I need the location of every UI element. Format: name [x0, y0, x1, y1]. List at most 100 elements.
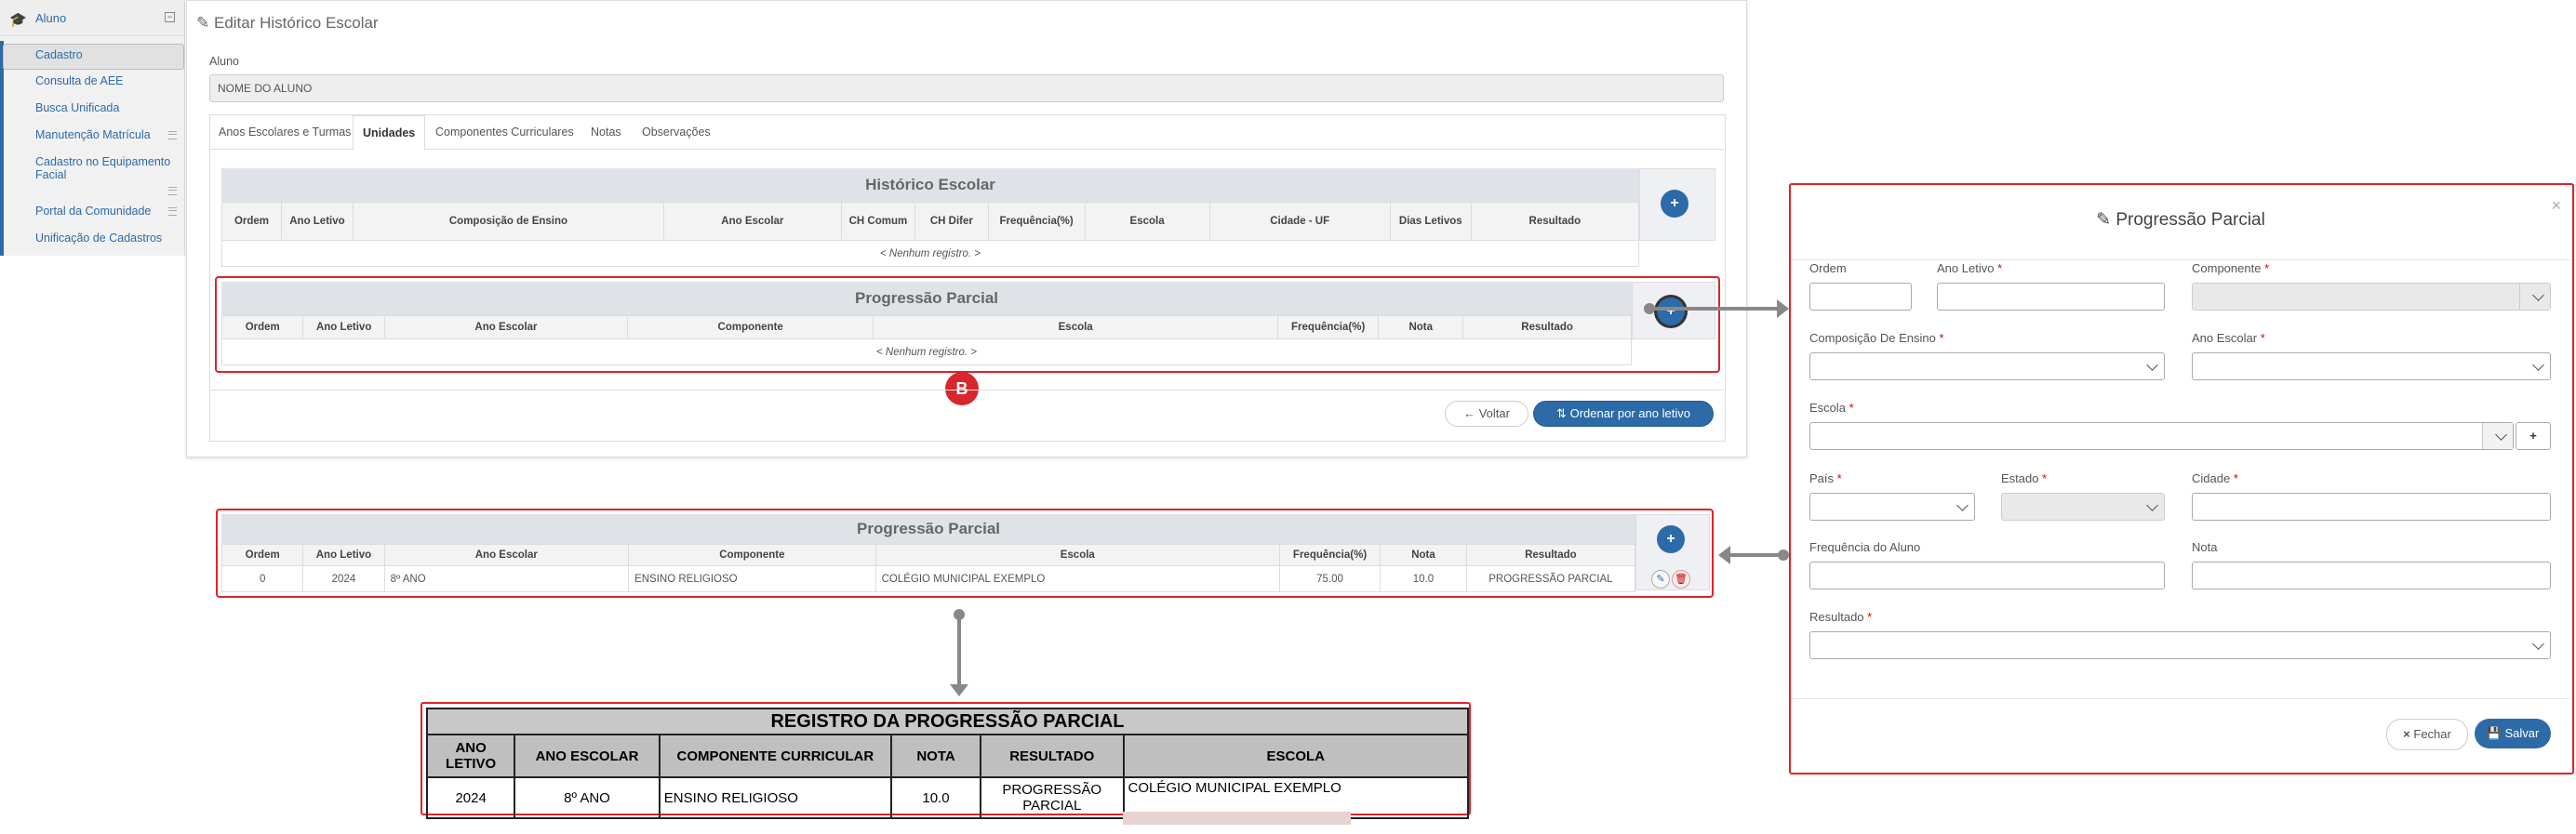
chevron-down-icon — [2519, 284, 2550, 310]
modal-title: Progressão Parcial — [2116, 210, 2265, 230]
ordem-label: Ordem — [1809, 261, 1847, 275]
sidebar-header[interactable]: 🎓 Aluno − — [0, 0, 184, 36]
cidade-label: Cidade * — [2192, 471, 2238, 485]
tab-observacoes[interactable]: Observações — [633, 115, 720, 149]
salvar-label: Salvar — [2504, 726, 2540, 740]
composicao-select[interactable] — [1809, 352, 2165, 380]
historico-header-row: Ordem Ano Letivo Composição de Ensino An… — [221, 202, 1640, 241]
cell-nota: 10.0 — [890, 776, 982, 819]
pencil-icon: ✎ — [2096, 210, 2112, 230]
estado-select[interactable] — [2001, 493, 2165, 521]
add-historico-button[interactable]: + — [1661, 190, 1688, 218]
col-header: Ano Escolar — [662, 202, 842, 241]
cell-componente: ENSINO RELIGIOSO — [658, 776, 893, 819]
cell-ano-escolar: 8º ANO — [514, 776, 661, 819]
tab-unidades[interactable]: Unidades — [353, 115, 426, 151]
estado-label: Estado * — [2001, 471, 2048, 485]
report-panel: REGISTRO DA PROGRESSÃO PARCIAL ANO LETIV… — [420, 702, 1471, 819]
modal-footer-divider — [1791, 698, 2570, 699]
report-title: REGISTRO DA PROGRESSÃO PARCIAL — [426, 708, 1469, 735]
sidebar: 🎓 Aluno − Cadastro Consulta de AEE Busca… — [0, 0, 185, 256]
pais-label: País * — [1809, 471, 1842, 485]
cidade-input[interactable] — [2192, 493, 2551, 521]
col-header: Dias Letivos — [1389, 202, 1472, 241]
plus-icon: + — [2529, 429, 2537, 443]
sidebar-item-cadastro[interactable]: Cadastro — [35, 48, 83, 61]
col-header: Frequência(%) — [987, 202, 1086, 241]
resultado-label: Resultado * — [1809, 610, 1873, 624]
fechar-label: Fechar — [2413, 727, 2451, 741]
ordem-input[interactable] — [1809, 283, 1912, 311]
save-icon: 💾 — [2486, 726, 2502, 740]
frequencia-input[interactable] — [1809, 562, 2165, 589]
decorative-strip — [1123, 812, 1351, 825]
page-title: Editar Histórico Escolar — [213, 14, 379, 32]
sidebar-item-facial[interactable]: Facial — [35, 168, 66, 181]
sidebar-item-consulta-aee[interactable]: Consulta de AEE — [35, 74, 124, 87]
tab-notas[interactable]: Notas — [581, 115, 631, 149]
chevron-down-icon — [2146, 499, 2158, 511]
callout-badge: B — [945, 372, 979, 405]
sidebar-item-portal-comunidade[interactable]: Portal da Comunidade — [35, 205, 151, 218]
sidebar-accent — [0, 41, 4, 256]
col-header: ANO LETIVO — [425, 734, 516, 778]
arrow-to-report — [950, 609, 968, 696]
sidebar-header-label: Aluno — [35, 11, 67, 25]
progressao-filled-panel: Progressão Parcial + Ordem Ano Letivo An… — [216, 509, 1714, 598]
sidebar-item-busca-unificada[interactable]: Busca Unificada — [35, 101, 119, 114]
arrow-from-modal — [1718, 546, 1789, 564]
voltar-button[interactable]: ← Voltar — [1445, 401, 1528, 427]
highlight-box — [216, 509, 1714, 598]
edit-icon: ✎ — [196, 14, 210, 32]
escola-label: Escola * — [1809, 401, 1854, 415]
componente-select[interactable] — [2192, 283, 2551, 311]
graduation-cap-icon: 🎓 — [9, 12, 27, 28]
nota-input[interactable] — [2192, 562, 2551, 589]
tab-componentes[interactable]: Componentes Curriculares — [426, 115, 583, 149]
cell-resultado: PROGRESSÃO PARCIAL — [980, 776, 1125, 819]
col-header: NOTA — [890, 734, 982, 778]
empty-row: < Nenhum registro. > — [221, 240, 1639, 267]
tab-anos-escolares[interactable]: Anos Escolares e Turmas — [209, 115, 360, 149]
resultado-select[interactable] — [1809, 631, 2551, 659]
expand-icon[interactable] — [168, 131, 177, 139]
fechar-button[interactable]: × Fechar — [2386, 719, 2468, 750]
historico-table: Ordem Ano Letivo Composição de Ensino An… — [221, 202, 1640, 267]
voltar-label: Voltar — [1478, 406, 1510, 420]
col-header: Composição de Ensino — [352, 202, 664, 241]
collapse-icon[interactable]: − — [165, 12, 175, 22]
ordenar-label: Ordenar por ano letivo — [1569, 406, 1690, 420]
expand-icon[interactable] — [168, 187, 177, 195]
highlight-box — [215, 276, 1720, 373]
plus-icon: + — [1670, 195, 1679, 211]
sidebar-item-manutencao-matricula[interactable]: Manutenção Matrícula — [35, 128, 151, 141]
expand-icon[interactable] — [168, 207, 177, 216]
tabs-divider — [209, 149, 1724, 150]
empty-message: < Nenhum registro. > — [221, 240, 1639, 267]
report-header-row: ANO LETIVO ANO ESCOLAR COMPONENTE CURRIC… — [425, 734, 1470, 778]
ano-escolar-label: Ano Escolar * — [2192, 331, 2265, 345]
escola-select[interactable] — [1809, 422, 2514, 450]
frequencia-label: Frequência do Aluno — [1809, 540, 1921, 554]
pais-select[interactable] — [1809, 493, 1975, 521]
arrow-left-icon: ← — [1463, 406, 1476, 420]
ano-letivo-input[interactable] — [1937, 283, 2165, 311]
composicao-label: Composição De Ensino * — [1809, 331, 1944, 345]
sidebar-item-unificacao[interactable]: Unificação de Cadastros — [35, 232, 162, 245]
add-escola-button[interactable]: + — [2516, 422, 2551, 450]
historico-title: Histórico Escolar — [221, 168, 1639, 202]
salvar-button[interactable]: 💾 Salvar — [2475, 719, 2551, 748]
col-header: Escola — [1084, 202, 1210, 241]
nota-label: Nota — [2192, 540, 2218, 554]
aluno-field[interactable]: NOME DO ALUNO — [209, 74, 1724, 102]
ano-escolar-select[interactable] — [2192, 352, 2551, 380]
col-header: Ano Letivo — [280, 202, 354, 241]
sidebar-item-cadastro-equipamento[interactable]: Cadastro no Equipamento — [35, 155, 170, 168]
times-icon: × — [2403, 727, 2410, 741]
ordenar-button[interactable]: ⇅ Ordenar por ano letivo — [1533, 401, 1714, 427]
aluno-value: NOME DO ALUNO — [218, 82, 313, 95]
report-table: REGISTRO DA PROGRESSÃO PARCIAL ANO LETIV… — [425, 708, 1470, 819]
close-icon[interactable]: × — [2551, 196, 2561, 216]
col-header: RESULTADO — [980, 734, 1125, 778]
footer-divider — [209, 390, 1724, 391]
